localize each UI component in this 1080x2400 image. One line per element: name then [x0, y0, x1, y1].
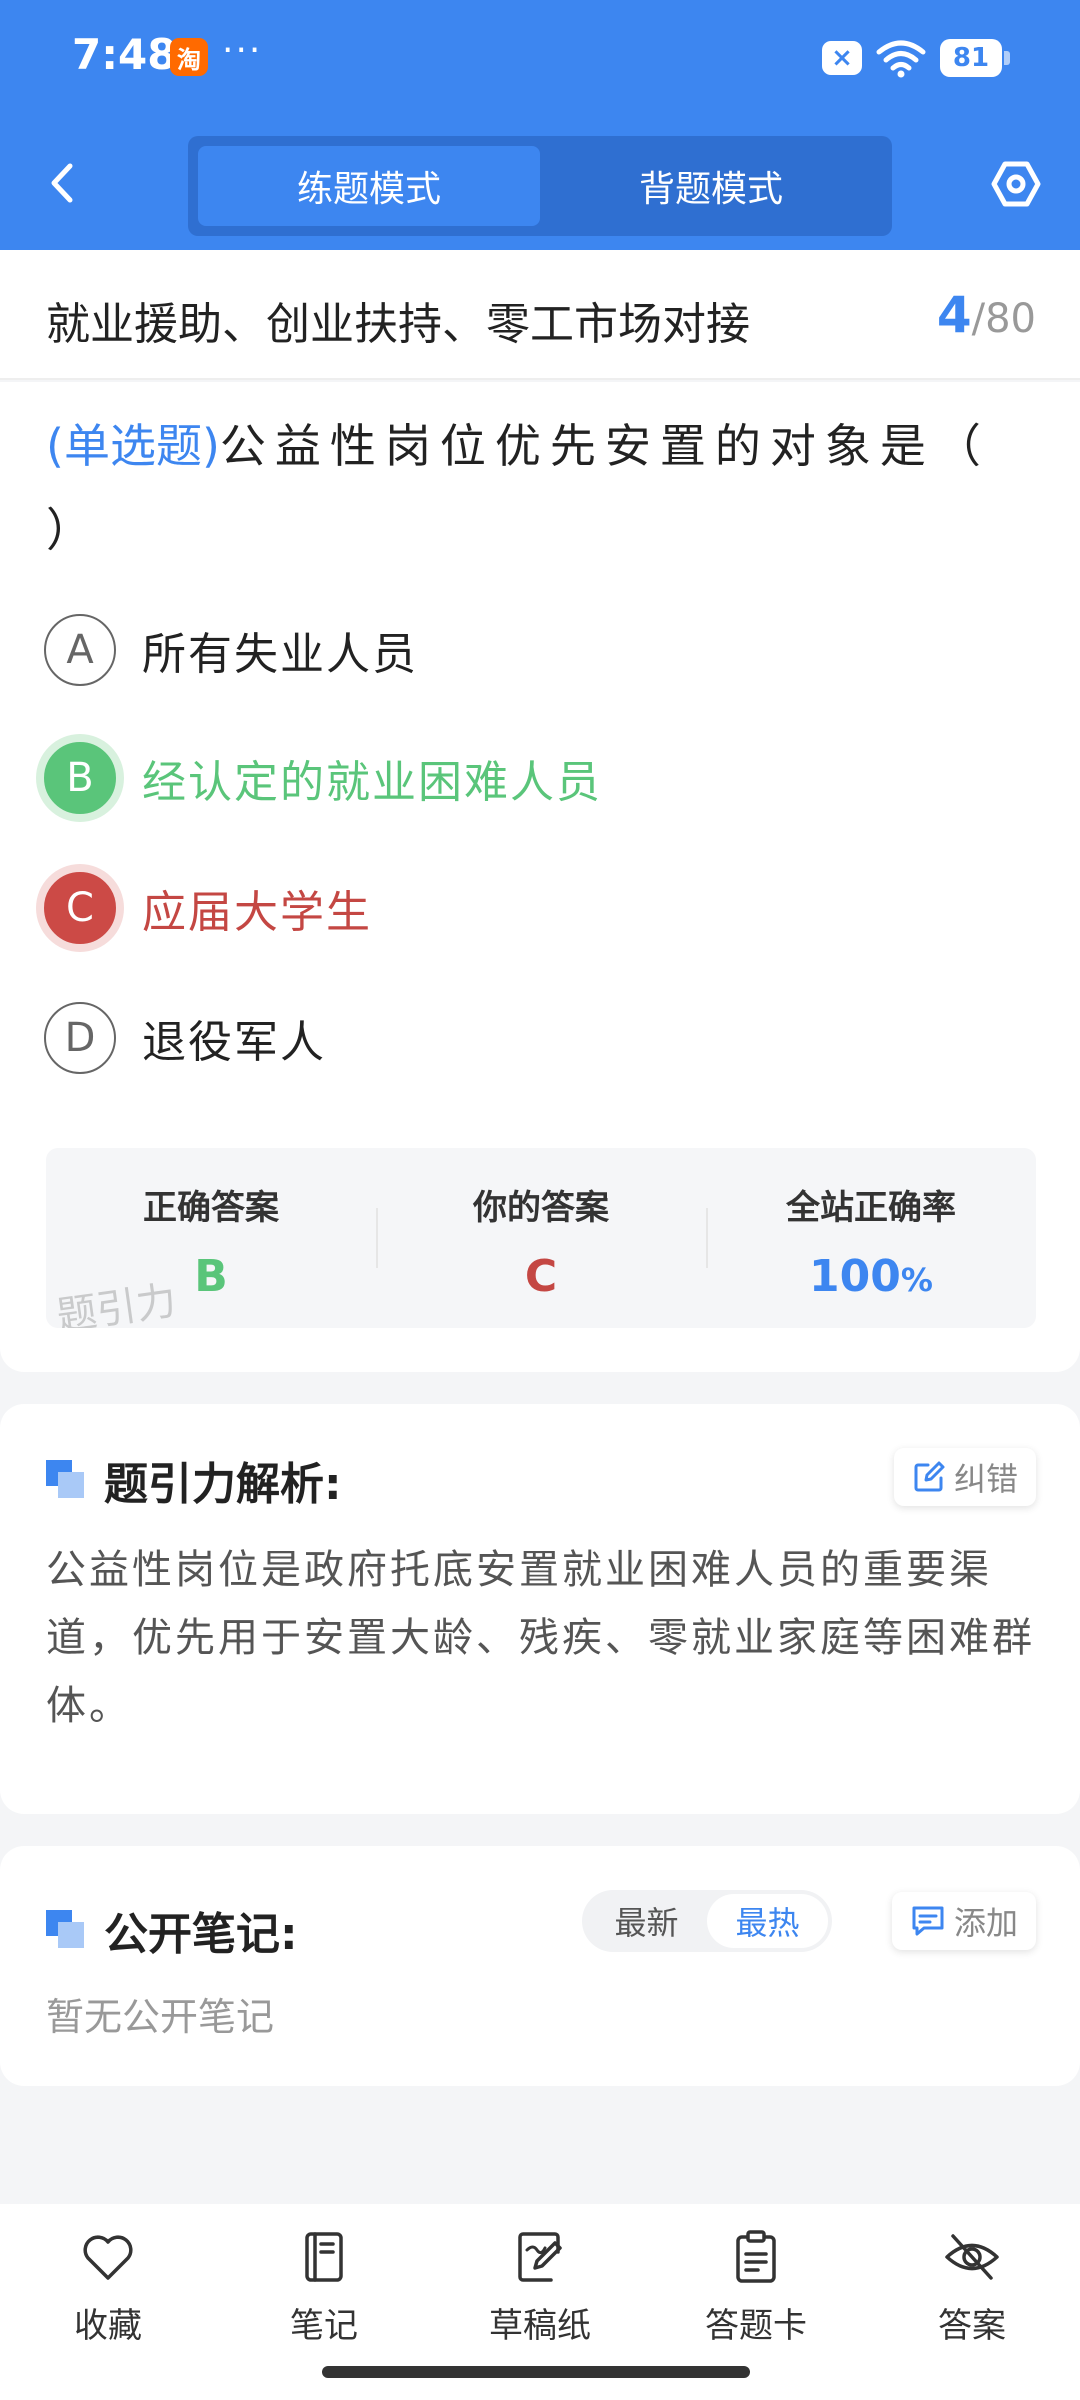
comment-icon: [912, 1906, 944, 1936]
tool-label: 收藏: [74, 2306, 142, 2346]
total-questions: 80: [985, 296, 1036, 342]
sort-latest[interactable]: 最新: [586, 1894, 707, 1948]
stat-label: 全站正确率: [786, 1188, 956, 1228]
notes-card: 公开笔记: 最新 最热 添加 暂无公开笔记: [0, 1846, 1080, 2086]
notes-header: 公开笔记:: [46, 1898, 298, 1962]
option-b[interactable]: B 经认定的就业困难人员: [44, 740, 602, 816]
settings-button[interactable]: [990, 158, 1042, 210]
add-note-button[interactable]: 添加: [891, 1892, 1036, 1950]
chapter-title: 就业援助、创业扶持、零工市场对接: [46, 299, 750, 350]
current-question-number: 4: [936, 286, 972, 344]
battery-indicator: 81: [940, 39, 1010, 77]
analysis-title: 题引力解析:: [104, 1459, 342, 1510]
more-notifications-icon: ···: [222, 30, 263, 71]
report-error-label: 纠错: [953, 1460, 1018, 1498]
hex-settings-icon: [991, 161, 1041, 207]
status-time: 7:48: [72, 30, 177, 79]
question-card: (单选题)公益性岗位优先安置的对象是（ ） A 所有失业人员 B 经认定的就业困…: [0, 382, 1080, 1372]
notes-title: 公开笔记:: [104, 1909, 298, 1960]
option-text: 所有失业人员: [142, 629, 418, 680]
analysis-card: 题引力解析: 纠错 公益性岗位是政府托底安置就业困难人员的重要渠道，优先用于安置…: [0, 1404, 1080, 1814]
tool-label: 答案: [938, 2306, 1006, 2346]
report-error-button[interactable]: 纠错: [893, 1448, 1036, 1506]
option-letter: B: [44, 742, 116, 814]
option-a[interactable]: A 所有失业人员: [44, 612, 418, 688]
notebook-icon: [305, 2232, 343, 2282]
accuracy-value: 100%: [706, 1251, 1036, 1302]
status-icons: × 81: [822, 38, 1010, 78]
draft-pen-icon: [518, 2232, 562, 2282]
section-marker-icon: [46, 1910, 86, 1950]
accuracy-stat: 全站正确率 100%: [706, 1148, 1036, 1328]
notes-sort-toggle: 最新 最热: [582, 1890, 832, 1952]
status-bar: 7:48 淘 ··· × 81: [0, 0, 1080, 118]
tab-practice-mode[interactable]: 练题模式: [198, 146, 540, 226]
back-button[interactable]: [42, 158, 82, 208]
correct-answer-stat: 正确答案 B 题引力: [46, 1148, 376, 1328]
question-stem: (单选题)公益性岗位优先安置的对象是（ ）: [46, 404, 1026, 572]
clipboard-icon: [736, 2230, 776, 2283]
show-answer-button[interactable]: 答案: [864, 2204, 1080, 2400]
taobao-app-icon: 淘: [170, 38, 208, 76]
add-note-label: 添加: [953, 1904, 1018, 1942]
analysis-header: 题引力解析:: [46, 1448, 342, 1512]
notification-close-icon: ×: [822, 41, 862, 75]
tab-memorize-mode[interactable]: 背题模式: [540, 146, 882, 226]
sort-hot[interactable]: 最热: [707, 1894, 828, 1948]
option-letter: C: [44, 872, 116, 944]
option-letter: A: [44, 614, 116, 686]
tool-label: 草稿纸: [489, 2306, 591, 2346]
home-indicator[interactable]: [322, 2366, 750, 2378]
wifi-icon: [876, 40, 926, 78]
chapter-header: 就业援助、创业扶持、零工市场对接 4/80: [0, 250, 1080, 380]
option-text: 退役军人: [142, 1017, 326, 1068]
analysis-text: 公益性岗位是政府托底安置就业困难人员的重要渠道，优先用于安置大龄、残疾、零就业家…: [46, 1547, 1035, 1729]
option-letter: D: [44, 1002, 116, 1074]
empty-notes-text: 暂无公开笔记: [46, 1995, 275, 2039]
mode-switch: 练题模式 背题模式: [188, 136, 892, 236]
stat-label: 正确答案: [143, 1188, 279, 1228]
answer-stats: 正确答案 B 题引力 你的答案 C 全站正确率 100%: [46, 1148, 1036, 1328]
option-text: 经认定的就业困难人员: [142, 757, 602, 808]
progress-separator: /: [971, 296, 986, 342]
chevron-left-icon: [51, 163, 73, 203]
heart-icon: [83, 2235, 133, 2280]
your-answer-stat: 你的答案 C: [376, 1148, 706, 1328]
your-answer-value: C: [524, 1251, 558, 1302]
top-bar: 7:48 淘 ··· × 81 练题模式 背题模式: [0, 0, 1080, 250]
tool-label: 笔记: [290, 2306, 358, 2346]
question-type: (单选题): [46, 419, 220, 473]
favorite-button[interactable]: 收藏: [0, 2204, 216, 2400]
eye-off-icon: [945, 2234, 999, 2280]
tool-label: 答题卡: [705, 2306, 807, 2346]
option-d[interactable]: D 退役军人: [44, 1000, 326, 1076]
stat-label: 你的答案: [473, 1188, 609, 1228]
edit-icon: [914, 1461, 945, 1492]
option-c[interactable]: C 应届大学生: [44, 870, 372, 946]
option-text: 应届大学生: [142, 887, 372, 938]
question-progress: 4/80: [937, 286, 1036, 344]
accuracy-unit: %: [900, 1261, 933, 1299]
section-marker-icon: [46, 1460, 86, 1500]
accuracy-number: 100: [809, 1251, 901, 1302]
